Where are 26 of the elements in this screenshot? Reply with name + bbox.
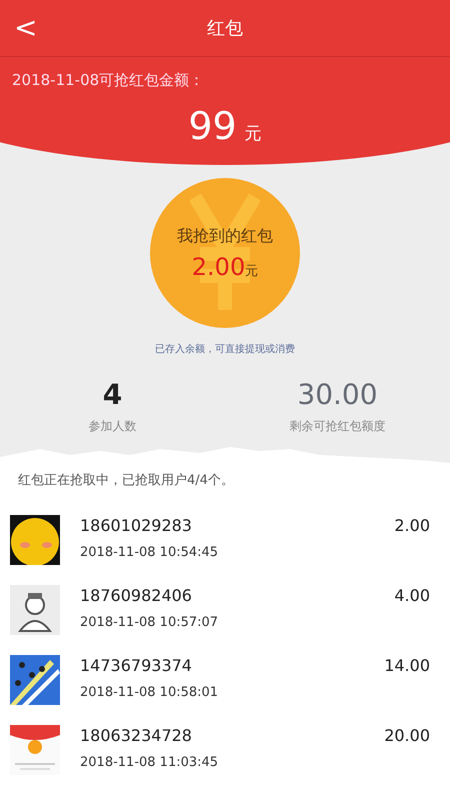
balance-note: 已存入余额，可直接提现或消费	[154, 342, 296, 356]
available-amount-caption: 2018-11-08可抢红包金额：	[12, 71, 204, 90]
grab-time: 2018-11-08 10:58:01	[80, 685, 220, 700]
grab-amount: 4.00	[394, 585, 430, 607]
total-amount: 99	[188, 104, 237, 148]
stat-value: 4	[102, 378, 122, 412]
grab-amount: 14.00	[384, 655, 430, 677]
stat-label: 剩余可抢红包额度	[290, 418, 386, 435]
currency-unit: 元	[245, 262, 258, 280]
my-amount: 2.00	[192, 252, 246, 280]
currency-unit: 元	[244, 123, 262, 145]
phone-number: 18601029283	[80, 515, 193, 537]
stat-label: 参加人数	[88, 418, 136, 435]
grab-time: 2018-11-08 10:54:45	[80, 545, 220, 560]
phone-number: 18760982406	[80, 585, 193, 607]
page-title: 红包	[207, 18, 243, 39]
back-button[interactable]: <	[0, 14, 38, 42]
grab-amount: 2.00	[394, 515, 430, 537]
coin-label: 我抢到的红包	[177, 226, 273, 246]
phone-number: 18063234728	[80, 725, 193, 747]
grab-time: 2018-11-08 10:57:07	[80, 615, 220, 630]
phone-number: 14736793374	[80, 655, 193, 677]
status-text: 红包正在抢取中，已抢取用户4/4个。	[17, 472, 235, 489]
grab-time: 2018-11-08 11:03:45	[80, 755, 220, 770]
stat-value: 30.00	[297, 378, 378, 412]
grab-amount: 20.00	[384, 725, 430, 747]
